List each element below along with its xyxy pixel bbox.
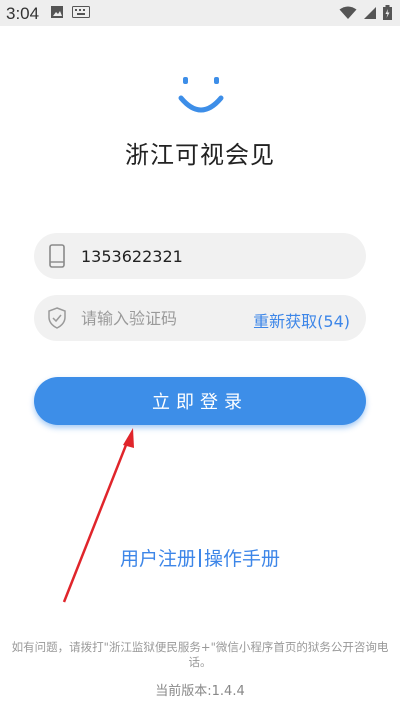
resend-code-link[interactable]: 重新获取(54) bbox=[253, 308, 350, 332]
status-icons-right bbox=[339, 5, 392, 20]
wifi-icon bbox=[339, 6, 357, 19]
version-label: 当前版本:1.4.4 bbox=[155, 684, 245, 699]
smile-logo-icon bbox=[178, 77, 224, 113]
app-title: 浙江可视会见 bbox=[125, 141, 275, 169]
register-link[interactable]: 用户注册 bbox=[120, 548, 196, 570]
status-icons-left bbox=[50, 5, 90, 19]
shield-icon bbox=[47, 306, 67, 330]
bottom-links: 用户注册 操作手册 bbox=[0, 544, 400, 571]
verification-code-field[interactable]: 重新获取(54) bbox=[34, 295, 366, 341]
image-icon bbox=[51, 6, 63, 18]
manual-link[interactable]: 操作手册 bbox=[204, 548, 280, 570]
help-note: 如有问题，请拨打"浙江监狱便民服务+"微信小程序首页的狱务公开咨询电话。 bbox=[11, 640, 389, 669]
signal-icon bbox=[364, 6, 376, 19]
verification-code-input[interactable] bbox=[81, 308, 241, 328]
battery-icon bbox=[383, 5, 392, 20]
status-time: 3:04 bbox=[6, 4, 40, 23]
phone-icon bbox=[47, 244, 67, 268]
link-separator bbox=[199, 549, 201, 567]
login-button[interactable]: 立即登录 bbox=[34, 377, 366, 425]
keyboard-icon bbox=[72, 6, 90, 18]
phone-input[interactable] bbox=[81, 246, 321, 266]
status-bar: 3:04 bbox=[0, 0, 400, 26]
phone-field[interactable] bbox=[34, 233, 366, 279]
